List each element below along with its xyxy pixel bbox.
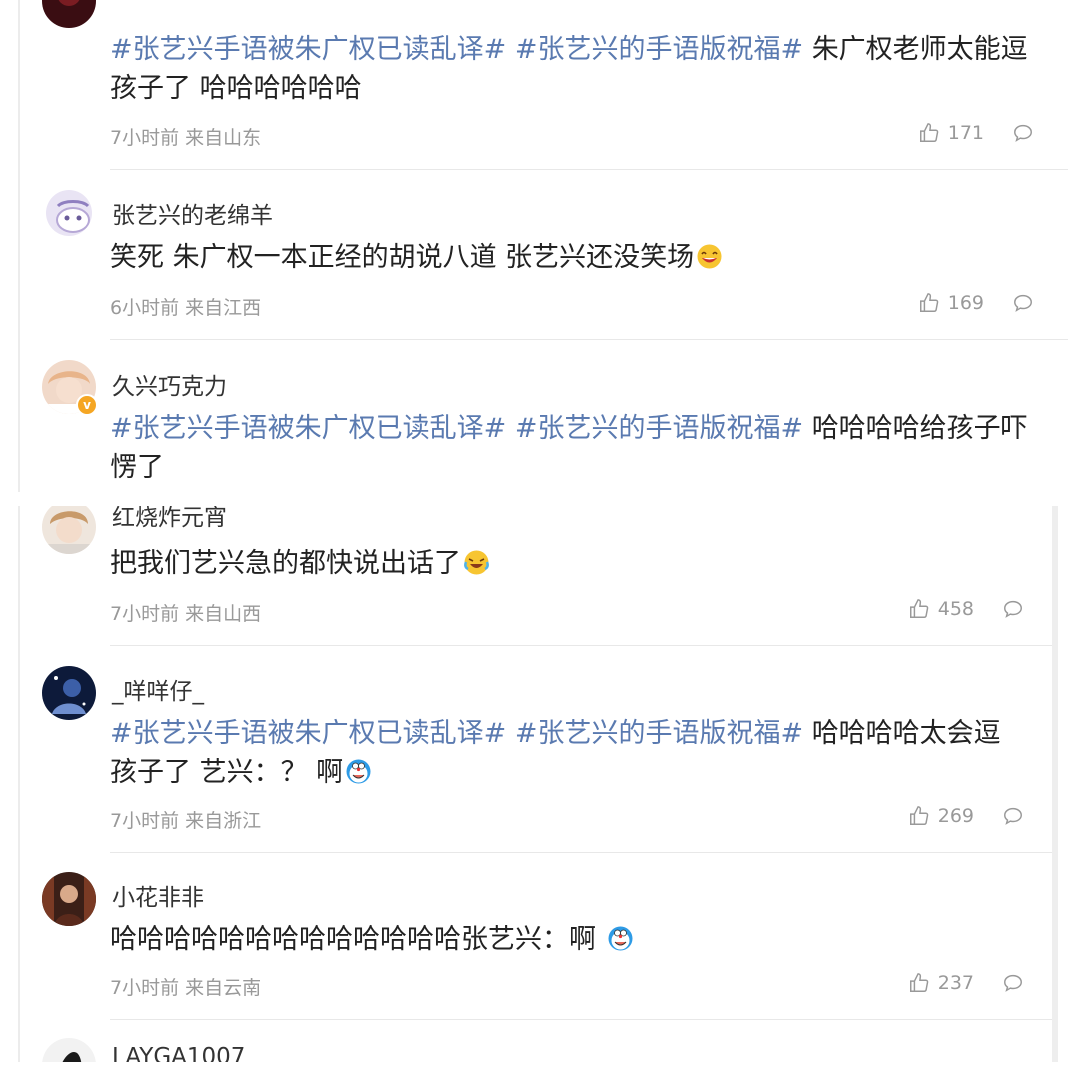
avatar[interactable] [42, 1038, 96, 1062]
comment-location: 来自浙江 [185, 810, 262, 832]
comment-panel-top: #张艺兴手语被朱广权已读乱译# #张艺兴的手语版祝福# 朱广权老师太能逗孩子了 … [18, 0, 1068, 492]
hashtag-link[interactable]: #张艺兴手语被朱广权已读乱译# [110, 34, 506, 65]
comment-time: 7小时前 [110, 977, 180, 999]
thumbs-up-icon[interactable] [908, 598, 930, 620]
comment-content: #张艺兴手语被朱广权已读乱译# #张艺兴的手语版祝福# 朱广权老师太能逗孩子了 … [110, 30, 1032, 108]
reply-bubble-icon[interactable] [1002, 805, 1024, 827]
thumbs-up-icon[interactable] [918, 122, 940, 144]
comment-location: 来自山西 [185, 603, 262, 625]
comment-text: 哈哈哈哈哈哈哈哈哈哈哈哈哈张艺兴：啊 [110, 924, 605, 955]
comment-meta: 7小时前 来自山东 [110, 123, 261, 150]
comment-actions: 237 [908, 972, 1024, 994]
divider [110, 1019, 1058, 1020]
hashtag-link[interactable]: #张艺兴手语被朱广权已读乱译# [110, 718, 506, 749]
panel-edge [18, 506, 20, 1062]
comment-content: #张艺兴手语被朱广权已读乱译# #张艺兴的手语版祝福# 哈哈哈哈给孩子吓愣了 [110, 409, 1032, 487]
username[interactable]: 小花非非 [112, 878, 204, 912]
like-count: 458 [937, 598, 974, 620]
comment-panel-bottom: 红烧炸元宵 把我们艺兴急的都快说出话了 7小时前 来自山西 458 _咩咩仔_ … [18, 506, 1058, 1062]
hashtag-link[interactable]: #张艺兴的手语版祝福# [515, 34, 803, 65]
hashtag-link[interactable]: #张艺兴的手语版祝福# [515, 718, 803, 749]
comment-content: 哈哈哈哈哈哈哈哈哈哈哈哈哈张艺兴：啊 [110, 920, 1022, 959]
hashtag-link[interactable]: #张艺兴手语被朱广权已读乱译# [110, 413, 506, 444]
laughing-emoji-icon [696, 243, 723, 270]
comment-time: 7小时前 [110, 810, 180, 832]
avatar[interactable] [42, 506, 96, 554]
doraemon-emoji-icon [607, 925, 634, 952]
comment-actions: 269 [908, 805, 1024, 827]
comment-actions: 458 [908, 598, 1024, 620]
divider [110, 169, 1068, 170]
comment-meta: 6小时前 来自江西 [110, 293, 261, 320]
avatar[interactable] [42, 0, 96, 28]
avatar[interactable] [46, 190, 92, 236]
reply-bubble-icon[interactable] [1002, 598, 1024, 620]
comment-content: 把我们艺兴急的都快说出话了 [110, 544, 1022, 583]
comment-content: 笑死 朱广权一本正经的胡说八道 张艺兴还没笑场 [110, 238, 1032, 277]
reply-bubble-icon[interactable] [1012, 292, 1034, 314]
panel-edge [18, 0, 20, 492]
thumbs-up-icon[interactable] [908, 805, 930, 827]
comment-actions: 171 [918, 122, 1034, 144]
like-count: 171 [947, 122, 984, 144]
comment-content: #张艺兴手语被朱广权已读乱译# #张艺兴的手语版祝福# 哈哈哈哈太会逗孩子了 艺… [110, 714, 1022, 792]
comment-meta: 7小时前 来自云南 [110, 973, 261, 1000]
comment-time: 7小时前 [110, 127, 180, 149]
username[interactable]: 久兴巧克力 [112, 367, 227, 401]
divider [110, 852, 1058, 853]
comment-actions: 169 [918, 292, 1034, 314]
comment-time: 6小时前 [110, 297, 180, 319]
reply-bubble-icon[interactable] [1012, 122, 1034, 144]
panel-edge [1052, 506, 1058, 1062]
verified-badge-icon: v [76, 394, 98, 416]
like-count: 269 [937, 805, 974, 827]
hashtag-link[interactable]: #张艺兴的手语版祝福# [515, 413, 803, 444]
comment-location: 来自云南 [185, 977, 262, 999]
username[interactable]: LAYGA1007 [112, 1044, 245, 1062]
thumbs-up-icon[interactable] [918, 292, 940, 314]
comment-text: 笑死 朱广权一本正经的胡说八道 张艺兴还没笑场 [110, 242, 695, 273]
divider [110, 339, 1068, 340]
username[interactable]: 红烧炸元宵 [112, 506, 227, 532]
username[interactable]: _咩咩仔_ [112, 672, 204, 706]
comment-text: 把我们艺兴急的都快说出话了 [110, 548, 461, 579]
comment-location: 来自江西 [185, 297, 262, 319]
avatar[interactable] [42, 872, 96, 926]
comment-location: 来自山东 [185, 127, 262, 149]
avatar[interactable] [42, 666, 96, 720]
doraemon-emoji-icon [345, 758, 372, 785]
comment-meta: 7小时前 来自山西 [110, 599, 261, 626]
like-count: 169 [947, 292, 984, 314]
divider [110, 645, 1058, 646]
comment-time: 7小时前 [110, 603, 180, 625]
like-count: 237 [937, 972, 974, 994]
crying-laughing-emoji-icon [463, 549, 490, 576]
username[interactable]: 张艺兴的老绵羊 [112, 196, 273, 230]
thumbs-up-icon[interactable] [908, 972, 930, 994]
reply-bubble-icon[interactable] [1002, 972, 1024, 994]
comment-meta: 7小时前 来自浙江 [110, 806, 261, 833]
